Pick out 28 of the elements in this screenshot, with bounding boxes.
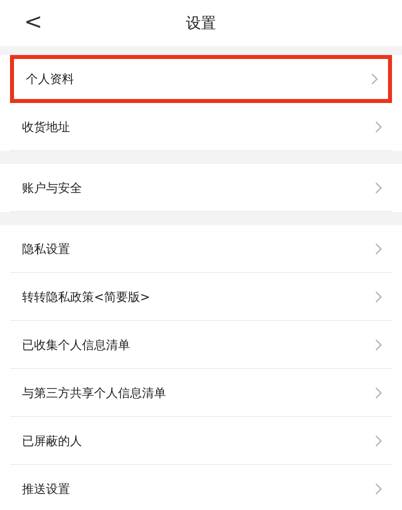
settings-row[interactable]: 收货地址 [10, 103, 392, 151]
chevron-right-icon [375, 290, 382, 302]
settings-row[interactable]: 转转隐私政策<简要版> [10, 273, 392, 321]
chevron-right-icon [375, 338, 382, 350]
row-label: 收货地址 [22, 118, 70, 136]
chevron-right-icon [375, 386, 382, 398]
row-label: 个人资料 [26, 71, 74, 88]
chevron-right-icon [375, 120, 382, 132]
settings-row[interactable]: 隐私设置 [10, 225, 392, 273]
chevron-right-icon [371, 73, 378, 85]
settings-row[interactable]: 个人资料 [10, 55, 392, 103]
row-label: 隐私设置 [22, 240, 70, 258]
row-label: 账户与安全 [22, 180, 82, 196]
row-label: 已屏蔽的人 [22, 432, 82, 450]
chevron-right-icon [375, 242, 382, 254]
back-button[interactable]: < [24, 12, 42, 34]
row-label: 转转隐私政策<简要版> [22, 288, 150, 306]
row-label: 推送设置 [22, 480, 70, 498]
row-label: 已收集个人信息清单 [22, 336, 130, 354]
settings-row[interactable]: 已屏蔽的人 [10, 417, 392, 465]
settings-row[interactable]: 与第三方共享个人信息清单 [10, 369, 392, 417]
chevron-right-icon [375, 482, 382, 494]
row-label: 与第三方共享个人信息清单 [22, 384, 166, 402]
settings-row[interactable]: 已收集个人信息清单 [10, 321, 392, 369]
chevron-right-icon [375, 434, 382, 446]
page-title: 设置 [186, 12, 216, 34]
settings-row[interactable]: 推送设置 [10, 465, 392, 510]
chevron-right-icon [375, 182, 382, 194]
